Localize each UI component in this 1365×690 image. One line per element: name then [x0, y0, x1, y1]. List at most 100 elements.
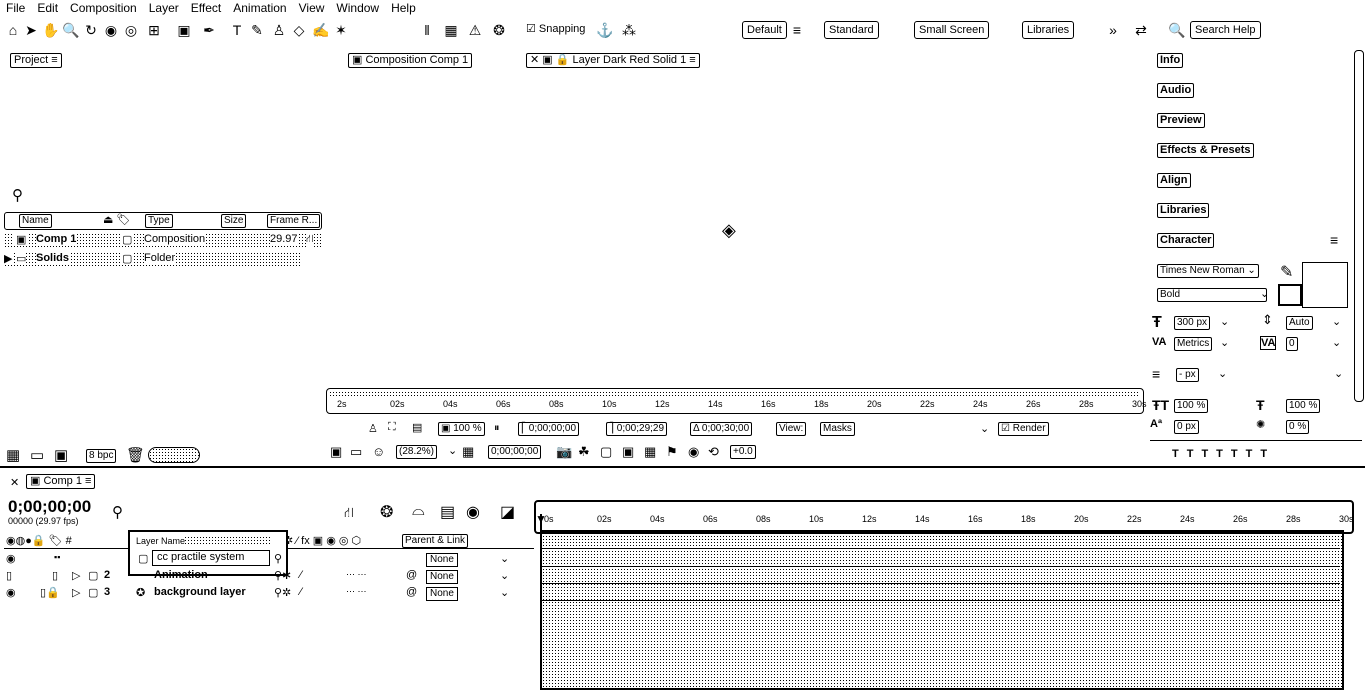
eraser-tool-icon[interactable]: ◇: [290, 21, 308, 39]
bpc-button[interactable]: 8 bpc: [86, 449, 117, 463]
puppet-tool-icon[interactable]: ✶: [332, 21, 350, 39]
column-name[interactable]: Name: [19, 214, 52, 228]
composition-flowchart-icon[interactable]: ⛙: [344, 504, 354, 523]
parent-dropdown[interactable]: None: [426, 570, 458, 584]
chevron-down-icon[interactable]: ⌄: [1334, 367, 1343, 380]
monitor-icon[interactable]: ▭: [350, 444, 362, 460]
layer-row[interactable]: ◉ ▪▪ ⚲ None ⌄: [4, 552, 534, 568]
current-time-indicator[interactable]: [540, 514, 542, 686]
panel-align[interactable]: Align: [1157, 173, 1191, 188]
menu-help[interactable]: Help: [385, 1, 422, 15]
menu-layer[interactable]: Layer: [143, 1, 185, 15]
project-panel-tab[interactable]: Project ≡: [10, 53, 62, 68]
layer-row[interactable]: ▯ ▯ ▷ ▢ 2 Animation ⚲✲ ⁄ ⋯ ⋯ @ None ⌄: [4, 569, 534, 585]
menu-file[interactable]: File: [0, 1, 31, 15]
color-icon[interactable]: ☘: [578, 444, 590, 460]
brush-tool-icon[interactable]: ✎: [248, 21, 266, 39]
chevron-down-icon[interactable]: ⌄: [980, 422, 989, 435]
render-checkbox[interactable]: ☑ Render: [998, 422, 1049, 436]
exposure-value[interactable]: +0.0: [730, 445, 756, 459]
stroke-width-field[interactable]: - px: [1176, 368, 1199, 382]
draft-3d-icon[interactable]: ❂: [380, 502, 393, 522]
panel-audio[interactable]: Audio: [1157, 83, 1195, 98]
more-workspaces-icon[interactable]: »: [1104, 21, 1122, 39]
layer-name[interactable]: background layer: [154, 586, 246, 598]
camera-tool-icon[interactable]: ◉: [102, 21, 120, 39]
rectangle-tool-icon[interactable]: ▣: [175, 21, 193, 39]
menu-animation[interactable]: Animation: [227, 1, 292, 15]
layer-row[interactable]: ◉ ▯🔒 ▷ ▢ 3 ✪ background layer ⚲✲ ⁄ ⋯ ⋯ @…: [4, 586, 534, 602]
grid-guides-icon[interactable]: ▦: [462, 444, 474, 460]
snap-options-icon[interactable]: ⁂: [620, 21, 638, 39]
visibility-icon[interactable]: ◉: [6, 552, 16, 565]
shy-switch-icon[interactable]: ⚲✲: [274, 569, 291, 582]
sync-icon[interactable]: ⇄: [1132, 21, 1150, 39]
grid-icon[interactable]: ▦: [442, 21, 460, 39]
chevron-down-icon[interactable]: ⌄: [1218, 367, 1227, 380]
search-help-input[interactable]: Search Help: [1190, 21, 1261, 39]
column-frame-rate[interactable]: Frame R...: [267, 214, 321, 228]
composition-panel-tab[interactable]: ▣ Composition Comp 1: [348, 53, 473, 68]
stroke-color-swatch[interactable]: [1302, 262, 1348, 308]
menu-effect[interactable]: Effect: [185, 1, 227, 15]
timeline-tab[interactable]: ▣ Comp 1 ≡: [26, 474, 96, 489]
panel-character[interactable]: Character: [1157, 233, 1215, 248]
layer-panel-tab[interactable]: ✕ ▣ 🔒 Layer Dark Red Solid 1 ≡: [526, 53, 700, 68]
chevron-down-icon[interactable]: ⌄: [1260, 287, 1269, 300]
clone-stamp-tool-icon[interactable]: ♙: [270, 21, 288, 39]
tracking-field[interactable]: 0: [1286, 337, 1298, 351]
fill-color-swatch[interactable]: [1278, 284, 1302, 306]
frame-blending-icon[interactable]: ▤: [440, 502, 455, 522]
right-scrollbar[interactable]: [1354, 50, 1364, 402]
viewer-ruler[interactable]: 2s 02s 04s 06s 08s 10s 12s 14s 16s 18s 20s 22s 24s 26…: [326, 388, 1147, 414]
orbit-tool-icon[interactable]: ◎: [122, 21, 140, 39]
menu-window[interactable]: Window: [330, 1, 385, 15]
region-icon[interactable]: ⛶: [388, 421, 396, 434]
zoom-tool-icon[interactable]: 🔍: [62, 21, 80, 39]
eyedropper-icon[interactable]: ✎: [1280, 262, 1293, 282]
chevron-down-icon[interactable]: ⌄: [500, 569, 509, 582]
menu-view[interactable]: View: [293, 1, 331, 15]
new-composition-icon[interactable]: ▣: [54, 446, 68, 464]
quality-switch-icon[interactable]: ⁄: [300, 586, 302, 598]
timeline-track-area[interactable]: [540, 530, 1344, 690]
current-time-field[interactable]: 0;00;00;00: [488, 445, 542, 459]
chevron-down-icon[interactable]: ⌄: [1332, 336, 1341, 349]
trash-icon[interactable]: 🗑: [126, 446, 145, 464]
workspace-small-screen[interactable]: Small Screen: [914, 21, 990, 39]
panel-effects-presets[interactable]: Effects & Presets: [1157, 143, 1254, 158]
layer-name[interactable]: Animation: [154, 569, 208, 581]
start-time-field[interactable]: ⎡ 0;00;00;00: [518, 422, 580, 436]
workspace-libraries[interactable]: Libraries: [1022, 21, 1075, 39]
visibility-icon[interactable]: ▯: [6, 569, 12, 582]
workspace-default[interactable]: Default: [742, 21, 787, 39]
vertical-scale-field[interactable]: 100 %: [1174, 399, 1209, 413]
shy-icon[interactable]: ⌓: [412, 502, 425, 520]
kerning-dropdown[interactable]: Metrics: [1174, 337, 1213, 351]
faux-style-buttons[interactable]: TTTTTTT: [1172, 448, 1275, 460]
chevron-down-icon[interactable]: ⌄: [1220, 336, 1229, 349]
shy-switch-icon[interactable]: ⚲✲: [274, 586, 291, 599]
visibility-icon[interactable]: ◉: [6, 586, 16, 599]
transparency-grid-icon[interactable]: ▣: [622, 444, 634, 460]
project-item-solids[interactable]: ▶ ▭ Solids ▢ Folder: [4, 252, 300, 266]
new-folder-icon[interactable]: ▭: [30, 446, 44, 464]
horizontal-scale-field[interactable]: 100 %: [1286, 399, 1321, 413]
transparency-icon[interactable]: ▦: [644, 444, 656, 460]
panel-libraries[interactable]: Libraries: [1157, 203, 1210, 218]
3d-view-icon[interactable]: ⚑: [666, 444, 678, 460]
zoom-control[interactable]: ▣ 100 %: [438, 422, 485, 436]
snap-icon[interactable]: ⚓: [596, 21, 614, 39]
masks-dropdown[interactable]: Masks: [820, 422, 855, 436]
close-tab-icon[interactable]: ✕: [10, 476, 19, 489]
panel-menu-icon[interactable]: ≡: [1330, 232, 1338, 248]
motion-blur-icon[interactable]: ◉: [466, 502, 480, 522]
menu-composition[interactable]: Composition: [64, 1, 143, 15]
project-search-icon[interactable]: ⚲: [12, 186, 23, 204]
timeline-timecode[interactable]: 0;00;00;00: [8, 497, 91, 517]
duration-field[interactable]: Δ 0;00;30;00: [690, 422, 753, 436]
snapshot-icon[interactable]: 📷: [556, 444, 572, 460]
panel-preview[interactable]: Preview: [1157, 113, 1205, 128]
hand-tool-icon[interactable]: ✋: [42, 21, 60, 39]
label-color-icon[interactable]: ▢: [88, 586, 98, 599]
